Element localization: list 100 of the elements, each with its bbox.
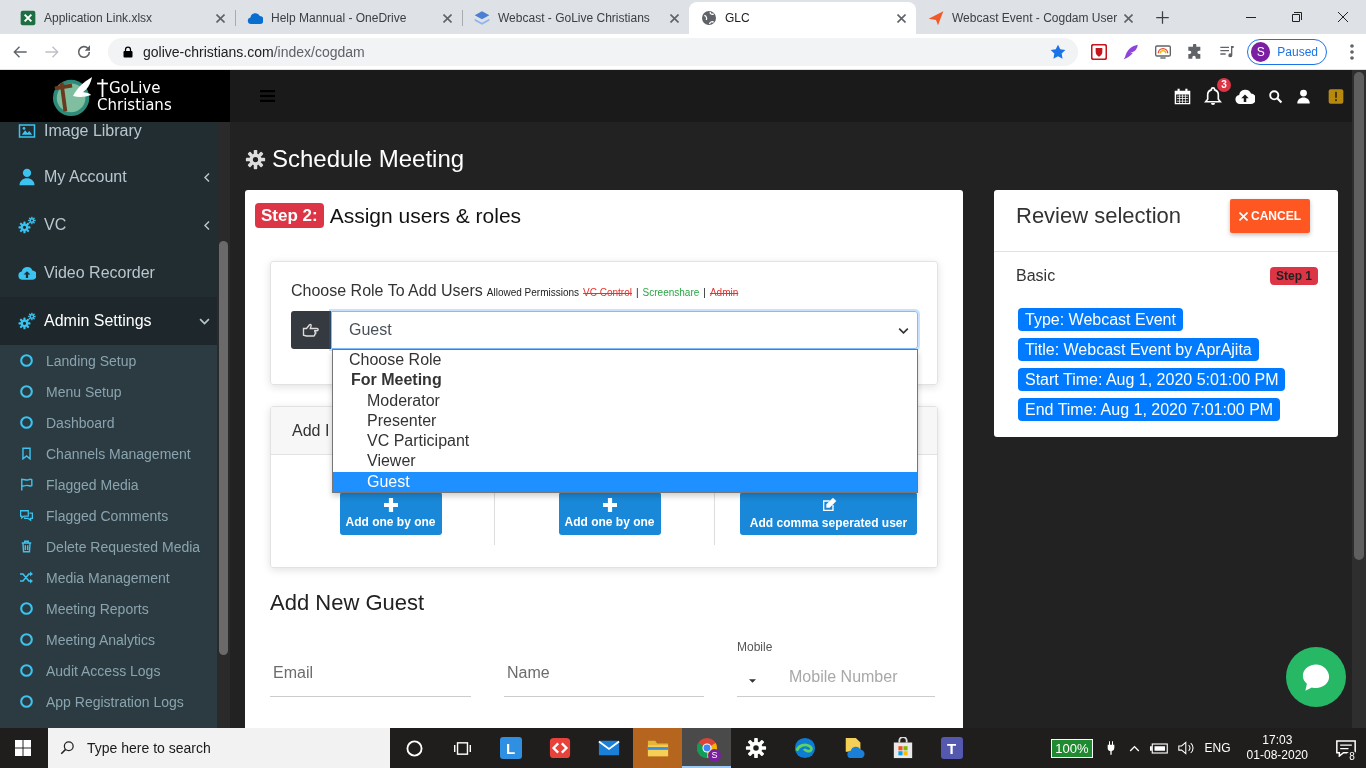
gear-icon	[245, 148, 266, 170]
star-icon[interactable]	[1050, 43, 1066, 60]
sidebar-item[interactable]: VC	[0, 201, 217, 249]
taskbar-button[interactable]: T	[927, 728, 976, 768]
screen-icon[interactable]	[1155, 43, 1171, 60]
playlist-icon[interactable]	[1219, 43, 1235, 60]
chevron-left-icon	[204, 171, 210, 183]
cloud-upload-icon[interactable]	[1235, 87, 1255, 105]
text-field[interactable]: Email	[270, 661, 471, 697]
task-view-icon[interactable]	[453, 739, 471, 757]
browser-tab[interactable]: Webcast Event - Cogdam User	[916, 2, 1143, 34]
phone-number-field[interactable]: Mobile Number	[737, 661, 935, 697]
user-icon[interactable]	[1296, 88, 1311, 104]
address-field[interactable]: golive-christians.com/index/cogdam	[108, 37, 1078, 66]
submenu-item[interactable]: App Registration Logs	[0, 686, 217, 717]
add-button[interactable]: Add one by one	[339, 492, 442, 535]
permissions-caption: Allowed Permissions	[486, 287, 580, 298]
browser-tab[interactable]: GLC	[689, 2, 916, 34]
bell-icon[interactable]	[1204, 87, 1222, 105]
cloud-upload-icon	[18, 264, 36, 282]
submenu-item[interactable]: Flagged Media	[0, 469, 217, 500]
browser-tab[interactable]: Application Link.xlsx	[8, 2, 235, 34]
paper-plane-icon	[928, 10, 944, 26]
section-label: Basic	[1016, 267, 1056, 285]
submenu-item[interactable]: Menu Setup	[0, 376, 217, 407]
taskbar-button[interactable]: S	[682, 728, 731, 768]
feather-icon[interactable]	[1123, 43, 1139, 60]
field-label: Choose Role To Add Users	[291, 282, 483, 300]
restore-icon[interactable]	[1292, 12, 1302, 22]
plug-icon[interactable]	[1106, 741, 1115, 755]
browser-tab[interactable]: Webcast - GoLive Christians	[462, 2, 689, 34]
speaker-icon[interactable]	[1177, 741, 1195, 755]
extensions-icon[interactable]	[1187, 43, 1203, 60]
circle-icon	[20, 602, 33, 615]
taskbar-search-field[interactable]: Type here to search	[48, 728, 390, 768]
minimize-icon[interactable]	[1246, 16, 1256, 18]
submenu-item[interactable]: Landing Setup	[0, 345, 217, 376]
submenu-item[interactable]: Dashboard	[0, 407, 217, 438]
hand-pointing-icon	[302, 321, 320, 339]
add-button[interactable]: Add one by one	[558, 492, 661, 535]
clock-date[interactable]: 01-08-2020	[1246, 748, 1308, 763]
battery-icon[interactable]	[1149, 742, 1168, 754]
dropdown-option[interactable]: VC Participant	[333, 431, 917, 452]
search-icon[interactable]	[1268, 88, 1283, 104]
scrollbar-thumb[interactable]	[219, 241, 228, 655]
windows-icon[interactable]	[15, 740, 31, 756]
battery-percentage: 100%	[1051, 738, 1093, 758]
dove-emblem-icon	[52, 74, 94, 118]
caret-down-icon[interactable]	[749, 679, 756, 683]
notification-badge: 3	[1217, 78, 1231, 92]
submenu-item[interactable]: Audit Access Logs	[0, 655, 217, 686]
step-badge: Step 2:	[255, 203, 324, 228]
gears-icon	[18, 312, 36, 330]
selection-tag: End Time: Aug 1, 2020 7:01:00 PM	[1018, 398, 1281, 421]
chat-button[interactable]	[1286, 647, 1346, 707]
selection-tag: Title: Webcast Event by AprAjita	[1018, 338, 1259, 361]
alert-icon[interactable]	[1328, 87, 1344, 105]
image-icon	[18, 121, 36, 140]
submenu-item[interactable]: Flagged Comments	[0, 500, 217, 531]
sidebar-item[interactable]: Image Library	[0, 122, 217, 153]
sidebar-item[interactable]: Admin Settings	[0, 297, 217, 345]
browser-tab[interactable]: Help Mannual - OneDrive	[235, 2, 462, 34]
submenu-item[interactable]: Channels Management	[0, 438, 217, 469]
edit-icon	[820, 497, 837, 513]
calendar-icon[interactable]	[1174, 87, 1191, 105]
add-button[interactable]: Add comma seperated user	[740, 492, 917, 535]
submenu-item[interactable]: Meeting Reports	[0, 593, 217, 624]
circle-icon	[20, 354, 33, 367]
submenu-item[interactable]: Media Management	[0, 562, 217, 593]
dropdown-option[interactable]: Presenter	[333, 410, 917, 432]
card-heading: Review selection	[1016, 202, 1182, 230]
selection-tag: Type: Webcast Event	[1018, 308, 1183, 331]
shield-icon[interactable]	[1091, 43, 1107, 60]
dropdown-option[interactable]: Choose Role	[333, 350, 917, 371]
reload-icon[interactable]	[76, 43, 92, 60]
user-icon	[18, 168, 36, 186]
profile-button[interactable]: S Paused	[1247, 38, 1327, 65]
chrome-icon	[695, 737, 718, 759]
language-indicator[interactable]: ENG	[1204, 741, 1231, 755]
circle-icon	[20, 633, 33, 646]
page-title: Schedule Meeting	[272, 144, 465, 174]
option-group-label: For Meeting	[350, 370, 443, 391]
scrollbar-thumb[interactable]	[1354, 72, 1364, 560]
circle-icon	[20, 416, 33, 429]
close-icon[interactable]	[897, 13, 906, 23]
swirl-icon	[793, 737, 816, 759]
clock-time[interactable]: 17:03	[1262, 733, 1293, 748]
chevron-up-icon[interactable]	[1128, 744, 1140, 752]
role-select[interactable]: Guest	[331, 311, 918, 349]
spreadsheet-icon	[20, 10, 36, 26]
permission-label: Admin	[709, 287, 739, 298]
submenu-item[interactable]: Delete Requested Media	[0, 531, 217, 562]
more-menu-icon[interactable]	[1350, 43, 1354, 60]
circle-icon[interactable]	[405, 739, 423, 757]
sidebar-item[interactable]: My Account	[0, 153, 217, 201]
plus-icon[interactable]	[1155, 9, 1170, 25]
submenu-item[interactable]: Meeting Analytics	[0, 624, 217, 655]
sidebar-item[interactable]: Video Recorder	[0, 249, 217, 297]
close-icon[interactable]	[1338, 12, 1348, 22]
text-field[interactable]: Name	[504, 661, 704, 697]
